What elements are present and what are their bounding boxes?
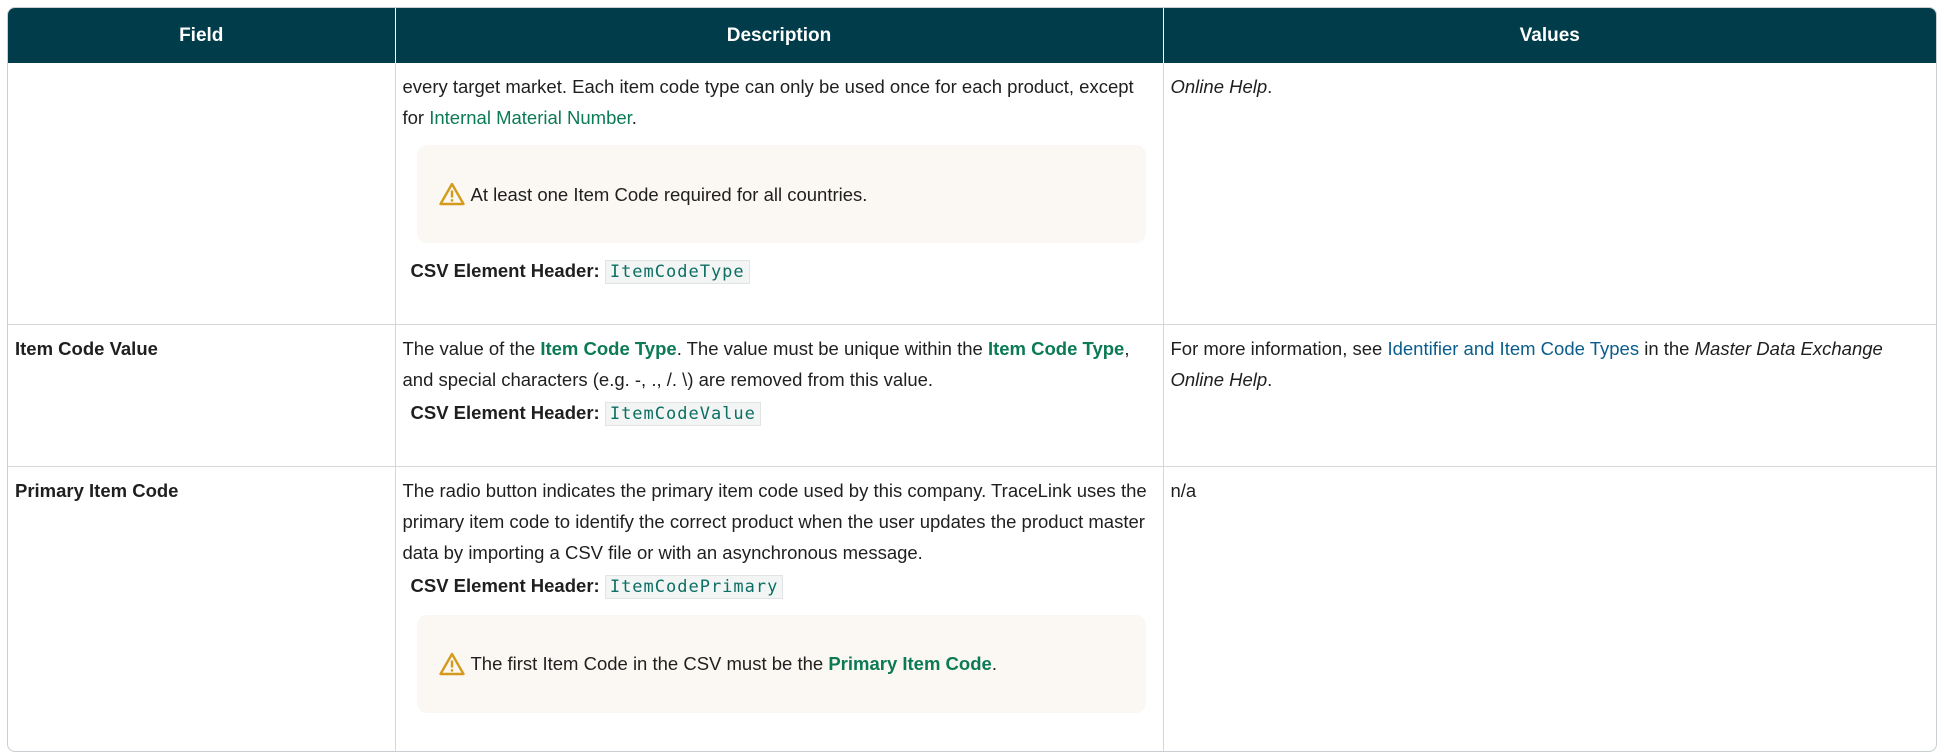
csv-element-header: CSV Element Header: ItemCodePrimary <box>411 570 1156 603</box>
values-cell: For more information, see Identifier and… <box>1163 324 1936 467</box>
internal-material-number-link[interactable]: Internal Material Number <box>429 107 632 128</box>
table-header-row: Field Description Values <box>8 8 1936 63</box>
column-header-field: Field <box>8 8 396 63</box>
item-code-type-link[interactable]: Item Code Type <box>540 338 676 359</box>
csv-code: ItemCodeType <box>604 260 750 284</box>
column-header-description: Description <box>395 8 1164 63</box>
warning-triangle-icon <box>438 182 465 206</box>
item-code-type-link[interactable]: Item Code Type <box>988 338 1124 359</box>
warning-note-text: The first Item Code in the CSV must be t… <box>470 653 997 674</box>
field-cell: Item Code Value <box>8 324 396 467</box>
table-row: every target market. Each item code type… <box>8 63 1936 325</box>
description-cell: The radio button indicates the primary i… <box>395 466 1164 751</box>
description-cell: every target market. Each item code type… <box>395 63 1164 325</box>
values-cell: Online Help. <box>1163 63 1936 325</box>
column-header-values: Values <box>1163 8 1936 63</box>
description-text: The radio button indicates the primary i… <box>402 479 1147 563</box>
csv-code: ItemCodeValue <box>604 401 761 426</box>
values-cell: n/a <box>1170 479 1197 501</box>
description-text: The value of the Item Code Type. The val… <box>402 337 1130 390</box>
csv-element-header: CSV Element Header: ItemCodeType <box>411 255 1156 288</box>
primary-item-code-link[interactable]: Primary Item Code <box>828 653 991 674</box>
field-cell: Primary Item Code <box>8 466 396 751</box>
field-reference-table-frame: Field Description Values every target ma… <box>7 7 1937 752</box>
csv-element-header: CSV Element Header: ItemCodeValue <box>411 397 1156 430</box>
field-cell <box>8 63 396 325</box>
warning-note: The first Item Code in the CSV must be t… <box>416 614 1146 713</box>
identifier-item-code-types-link[interactable]: Identifier and Item Code Types <box>1387 338 1639 359</box>
online-help-text: Online Help <box>1170 76 1268 97</box>
warning-triangle-icon <box>438 652 465 675</box>
description-cell: The value of the Item Code Type. The val… <box>395 324 1164 467</box>
field-reference-table: Field Description Values every target ma… <box>8 8 1936 751</box>
warning-note-text: At least one Item Code required for all … <box>470 183 868 205</box>
table-row: Item Code Value The value of the Item Co… <box>8 324 1936 467</box>
description-text: every target market. Each item code type… <box>402 76 1134 128</box>
csv-code: ItemCodePrimary <box>604 574 784 599</box>
warning-note: At least one Item Code required for all … <box>416 145 1146 243</box>
table-row: Primary Item Code The radio button indic… <box>8 466 1936 751</box>
